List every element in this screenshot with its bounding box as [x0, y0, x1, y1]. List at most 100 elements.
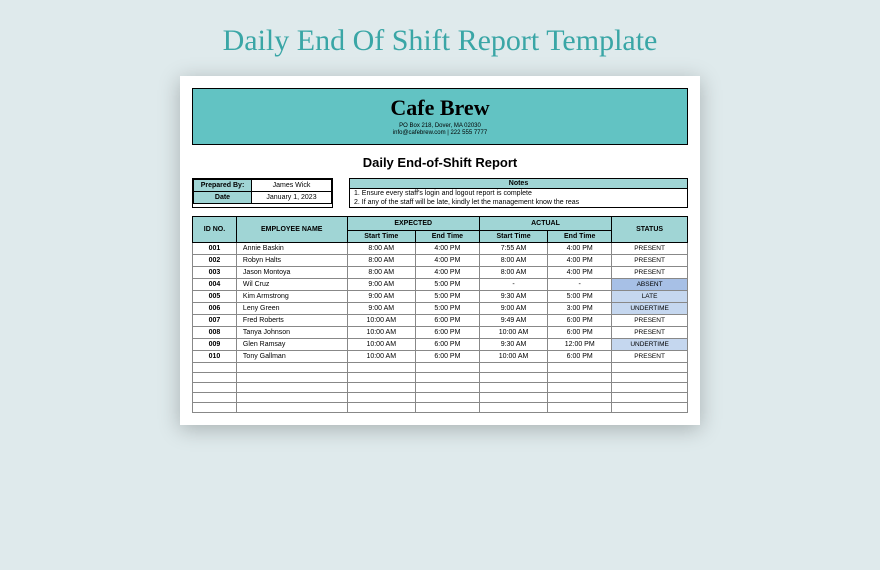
- cell-name: Annie Baskin: [236, 243, 347, 255]
- cell-act-start: 10:00 AM: [479, 327, 547, 339]
- cell-id: 003: [193, 267, 237, 279]
- cell-name: Jason Montoya: [236, 267, 347, 279]
- cell-id: 002: [193, 255, 237, 267]
- cell-name: Wil Cruz: [236, 279, 347, 291]
- cell-exp-start: 8:00 AM: [347, 255, 415, 267]
- shift-table: ID NO. EMPLOYEE NAME EXPECTED ACTUAL STA…: [192, 216, 688, 413]
- cell-act-end: 4:00 PM: [548, 267, 612, 279]
- cell-act-start: 7:55 AM: [479, 243, 547, 255]
- prepared-by-label: Prepared By:: [194, 180, 252, 192]
- cell-id: 006: [193, 303, 237, 315]
- cell-act-end: 4:00 PM: [548, 243, 612, 255]
- col-actual: ACTUAL: [479, 217, 611, 231]
- table-row: 008Tanya Johnson10:00 AM6:00 PM10:00 AM6…: [193, 327, 688, 339]
- cell-exp-start: 8:00 AM: [347, 243, 415, 255]
- cell-exp-end: 6:00 PM: [415, 327, 479, 339]
- col-status: STATUS: [612, 217, 688, 243]
- col-act-end: End Time: [548, 231, 612, 243]
- table-row-blank: [193, 373, 688, 383]
- cell-act-end: 6:00 PM: [548, 351, 612, 363]
- meta-section: Prepared By: James Wick Date January 1, …: [192, 178, 688, 208]
- cell-status: UNDERTIME: [612, 303, 688, 315]
- cell-name: Leny Green: [236, 303, 347, 315]
- cell-exp-end: 4:00 PM: [415, 255, 479, 267]
- cell-exp-start: 10:00 AM: [347, 351, 415, 363]
- col-id: ID NO.: [193, 217, 237, 243]
- cell-status: PRESENT: [612, 327, 688, 339]
- table-row: 006Leny Green9:00 AM5:00 PM9:00 AM3:00 P…: [193, 303, 688, 315]
- cell-act-end: 12:00 PM: [548, 339, 612, 351]
- cell-exp-end: 6:00 PM: [415, 351, 479, 363]
- cell-act-end: 6:00 PM: [548, 327, 612, 339]
- table-row-blank: [193, 403, 688, 413]
- header-banner: Cafe Brew PO Box 218, Dover, MA 02030 in…: [192, 88, 688, 145]
- cell-act-start: -: [479, 279, 547, 291]
- cell-act-start: 9:30 AM: [479, 339, 547, 351]
- cell-act-end: 5:00 PM: [548, 291, 612, 303]
- table-row: 009Glen Ramsay10:00 AM6:00 PM9:30 AM12:0…: [193, 339, 688, 351]
- cell-act-end: 4:00 PM: [548, 255, 612, 267]
- cell-status: PRESENT: [612, 243, 688, 255]
- cell-exp-end: 4:00 PM: [415, 267, 479, 279]
- cell-status: ABSENT: [612, 279, 688, 291]
- cell-exp-end: 6:00 PM: [415, 315, 479, 327]
- brand-contact: info@cafebrew.com | 222 555 7777: [193, 130, 687, 136]
- cell-name: Fred Roberts: [236, 315, 347, 327]
- cell-name: Glen Ramsay: [236, 339, 347, 351]
- table-row-blank: [193, 393, 688, 403]
- notes-heading: Notes: [350, 179, 687, 189]
- cell-act-start: 10:00 AM: [479, 351, 547, 363]
- cell-status: PRESENT: [612, 267, 688, 279]
- table-row: 005Kim Armstrong9:00 AM5:00 PM9:30 AM5:0…: [193, 291, 688, 303]
- cell-name: Robyn Halts: [236, 255, 347, 267]
- brand-address: PO Box 218, Dover, MA 02030: [193, 123, 687, 129]
- table-row: 007Fred Roberts10:00 AM6:00 PM9:49 AM6:0…: [193, 315, 688, 327]
- cell-exp-start: 10:00 AM: [347, 315, 415, 327]
- cell-status: PRESENT: [612, 255, 688, 267]
- cell-id: 005: [193, 291, 237, 303]
- cell-act-start: 9:30 AM: [479, 291, 547, 303]
- cell-exp-end: 6:00 PM: [415, 339, 479, 351]
- col-name: EMPLOYEE NAME: [236, 217, 347, 243]
- prepared-by-value: James Wick: [252, 180, 332, 192]
- cell-status: UNDERTIME: [612, 339, 688, 351]
- date-value: January 1, 2023: [252, 192, 332, 204]
- cell-id: 007: [193, 315, 237, 327]
- cell-status: LATE: [612, 291, 688, 303]
- cell-exp-end: 4:00 PM: [415, 243, 479, 255]
- cell-status: PRESENT: [612, 315, 688, 327]
- col-expected: EXPECTED: [347, 217, 479, 231]
- cell-name: Tony Gallman: [236, 351, 347, 363]
- cell-exp-start: 9:00 AM: [347, 279, 415, 291]
- cell-act-start: 8:00 AM: [479, 267, 547, 279]
- cell-name: Kim Armstrong: [236, 291, 347, 303]
- cell-id: 004: [193, 279, 237, 291]
- notes-line-2: 2. If any of the staff will be late, kin…: [350, 198, 687, 207]
- report-title: Daily End-of-Shift Report: [192, 155, 688, 170]
- cell-id: 010: [193, 351, 237, 363]
- brand-name: Cafe Brew: [193, 95, 687, 121]
- cell-act-start: 9:00 AM: [479, 303, 547, 315]
- col-exp-start: Start Time: [347, 231, 415, 243]
- meta-left: Prepared By: James Wick Date January 1, …: [192, 178, 333, 208]
- table-row: 002Robyn Halts8:00 AM4:00 PM8:00 AM4:00 …: [193, 255, 688, 267]
- table-row-blank: [193, 363, 688, 373]
- col-exp-end: End Time: [415, 231, 479, 243]
- table-row: 001Annie Baskin8:00 AM4:00 PM7:55 AM4:00…: [193, 243, 688, 255]
- cell-exp-start: 10:00 AM: [347, 339, 415, 351]
- date-label: Date: [194, 192, 252, 204]
- cell-id: 001: [193, 243, 237, 255]
- cell-exp-end: 5:00 PM: [415, 279, 479, 291]
- table-row: 010Tony Gallman10:00 AM6:00 PM10:00 AM6:…: [193, 351, 688, 363]
- cell-act-end: -: [548, 279, 612, 291]
- cell-exp-end: 5:00 PM: [415, 291, 479, 303]
- page-title: Daily End Of Shift Report Template: [223, 24, 658, 58]
- cell-id: 008: [193, 327, 237, 339]
- cell-act-end: 3:00 PM: [548, 303, 612, 315]
- cell-act-end: 6:00 PM: [548, 315, 612, 327]
- col-act-start: Start Time: [479, 231, 547, 243]
- cell-exp-start: 9:00 AM: [347, 303, 415, 315]
- notes-box: Notes 1. Ensure every staff's login and …: [349, 178, 688, 208]
- table-row-blank: [193, 383, 688, 393]
- cell-exp-start: 10:00 AM: [347, 327, 415, 339]
